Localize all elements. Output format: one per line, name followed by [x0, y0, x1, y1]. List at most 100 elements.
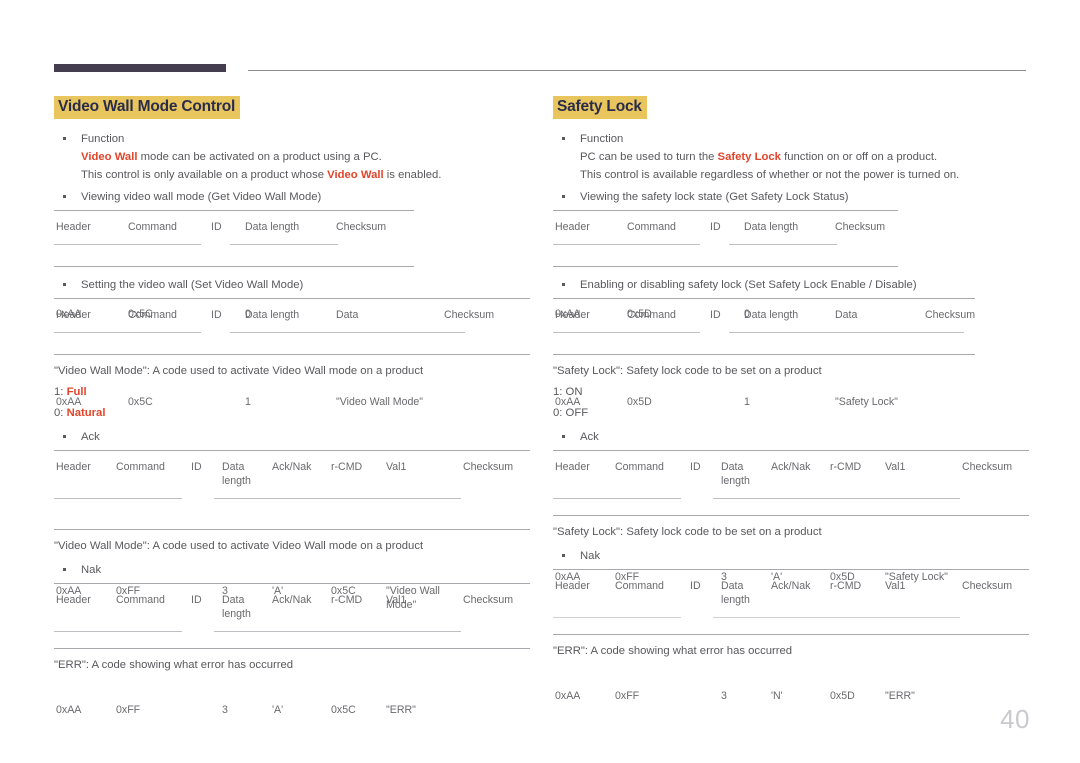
table-ack-left: Header Command ID Data length Ack/Nak r-…: [54, 449, 530, 611]
right-column: Safety Lock Function PC can be used to t…: [553, 96, 1029, 702]
function-line-2-right: This control is available regardless of …: [580, 168, 960, 181]
td-data-length: 3: [222, 703, 228, 716]
th-id: ID: [710, 308, 721, 321]
section-title-safety-lock: Safety Lock: [553, 96, 647, 119]
th-id: ID: [211, 308, 222, 321]
header-rule-accent: [54, 64, 226, 72]
table-set-video-wall-mode: Header Command ID Data length Data Check…: [54, 297, 530, 408]
table-header-row: Header Command ID Data length Ack/Nak r-…: [54, 583, 530, 649]
td-r-cmd: 0x5D: [830, 689, 855, 702]
nak-label-left-text: Nak: [81, 563, 102, 576]
table-value-row: 0xAA 0x5C 1 "Video Wall Mode": [54, 355, 530, 412]
function-line-2: This control is only available on a prod…: [81, 166, 530, 184]
th-data-length: Data length: [721, 460, 750, 488]
th-checksum: Checksum: [962, 579, 1013, 592]
th-checksum: Checksum: [444, 308, 495, 321]
th-header: Header: [555, 308, 590, 321]
set-video-wall-label-text: Setting the video wall (Set Video Wall M…: [81, 278, 304, 291]
table-ack-right: Header Command ID Data length Ack/Nak r-…: [553, 449, 1029, 583]
table-get-safety-lock-status: Header Command ID Data length Checksum 0…: [553, 209, 1029, 320]
td-data-length: 3: [721, 689, 727, 702]
td-r-cmd: 0x5C: [331, 703, 356, 716]
function-heading-right: Function: [580, 132, 624, 145]
th-ack-nak: Ack/Nak: [272, 593, 312, 606]
td-command: 0xFF: [615, 689, 640, 702]
keyword-video-wall: Video Wall: [81, 150, 138, 163]
th-header: Header: [555, 220, 590, 233]
th-command: Command: [116, 593, 165, 606]
th-checksum: Checksum: [463, 593, 514, 606]
keyword-safety-lock: Safety Lock: [717, 150, 781, 163]
th-val1: Val1: [386, 593, 407, 606]
th-data-length: Data length: [744, 308, 799, 321]
td-header: 0xAA: [56, 703, 82, 716]
td-header: 0xAA: [56, 395, 82, 408]
th-val1: Val1: [386, 460, 407, 473]
td-data: "Safety Lock": [835, 395, 898, 408]
th-header: Header: [56, 220, 91, 233]
get-safety-lock-label-text: Viewing the safety lock state (Get Safet…: [580, 190, 849, 203]
function-bullet-left: Function Video Wall mode can be activate…: [54, 130, 530, 184]
th-ack-nak: Ack/Nak: [771, 579, 811, 592]
th-header: Header: [555, 579, 590, 592]
th-header: Header: [555, 460, 590, 473]
th-id: ID: [690, 579, 701, 592]
th-command: Command: [627, 220, 676, 233]
function-line-1-post-right: function on or off on a product.: [780, 150, 938, 163]
table-header-row: Header Command ID Data length Checksum: [553, 210, 1029, 267]
function-bullet-right: Function PC can be used to turn the Safe…: [553, 130, 1029, 184]
function-line-2-post: is enabled.: [383, 168, 442, 181]
th-data-length: Data length: [245, 308, 300, 321]
td-header: 0xAA: [555, 689, 581, 702]
th-header: Header: [56, 460, 91, 473]
table-header-row: Header Command ID Data length Checksum: [54, 210, 530, 267]
th-data-length: Data length: [222, 460, 251, 488]
table-header-row: Header Command ID Data length Data Check…: [54, 298, 530, 355]
keyword-video-wall-2: Video Wall: [327, 168, 384, 181]
th-checksum: Checksum: [336, 220, 387, 233]
table-nak-left: Header Command ID Data length Ack/Nak r-…: [54, 582, 530, 716]
td-val1: "ERR": [885, 689, 915, 702]
function-line-1-pre-right: PC can be used to turn the: [580, 150, 718, 163]
set-video-wall-label: Setting the video wall (Set Video Wall M…: [54, 276, 530, 294]
nak-label-right: Nak: [553, 547, 1029, 565]
table-get-video-wall-mode: Header Command ID Data length Checksum 0…: [54, 209, 530, 320]
th-val1: Val1: [885, 579, 906, 592]
th-command: Command: [128, 308, 177, 321]
th-id: ID: [690, 460, 701, 473]
ack-label-right-text: Ack: [580, 430, 599, 443]
set-safety-lock-label: Enabling or disabling safety lock (Set S…: [553, 276, 1029, 294]
th-data-length: Data length: [744, 220, 799, 233]
th-command: Command: [627, 308, 676, 321]
get-video-wall-label: Viewing video wall mode (Get Video Wall …: [54, 188, 530, 206]
td-data-length: 1: [744, 395, 750, 408]
th-command: Command: [615, 460, 664, 473]
th-id: ID: [211, 220, 222, 233]
ack-label-left-text: Ack: [81, 430, 100, 443]
th-id: ID: [710, 220, 721, 233]
th-r-cmd: r-CMD: [830, 460, 862, 473]
th-id: ID: [191, 460, 202, 473]
ack-label-left: Ack: [54, 428, 530, 446]
th-r-cmd: r-CMD: [830, 579, 862, 592]
td-data-length: 1: [245, 395, 251, 408]
function-line-1: Video Wall mode can be activated on a pr…: [81, 148, 530, 166]
th-checksum: Checksum: [925, 308, 976, 321]
page-header-rule: [54, 64, 1026, 74]
td-command: 0x5C: [128, 395, 153, 408]
nak-label-left: Nak: [54, 561, 530, 579]
th-ack-nak: Ack/Nak: [272, 460, 312, 473]
table-header-row: Header Command ID Data length Ack/Nak r-…: [553, 450, 1029, 516]
th-data: Data: [835, 308, 858, 321]
get-video-wall-label-text: Viewing video wall mode (Get Video Wall …: [81, 190, 322, 203]
table-header-row: Header Command ID Data length Data Check…: [553, 298, 1029, 355]
table-value-row: 0xAA 0xFF 3 'N' 0x5D "ERR": [553, 635, 1029, 702]
th-data-length: Data length: [222, 593, 251, 621]
function-line-1-right: PC can be used to turn the Safety Lock f…: [580, 148, 1029, 166]
th-command: Command: [116, 460, 165, 473]
table-set-safety-lock: Header Command ID Data length Data Check…: [553, 297, 1029, 408]
document-page: Video Wall Mode Control Function Video W…: [0, 0, 1080, 763]
th-id: ID: [191, 593, 202, 606]
th-checksum: Checksum: [463, 460, 514, 473]
table-value-row: 0xAA 0xFF 3 'A' 0x5C "ERR": [54, 649, 530, 716]
